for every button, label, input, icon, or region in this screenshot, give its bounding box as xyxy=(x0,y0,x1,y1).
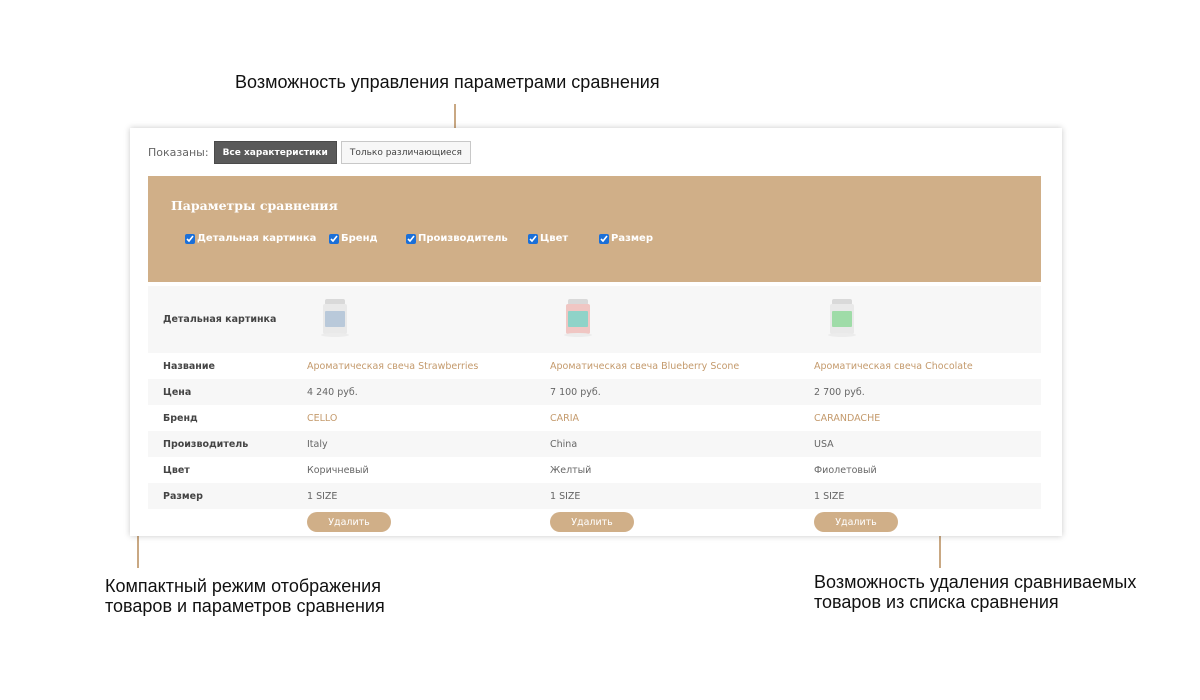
compare-card: Показаны: Все характеристики Только разл… xyxy=(130,128,1062,536)
param-option-label: Бренд xyxy=(341,233,378,244)
product-image-cell xyxy=(550,286,814,353)
table-row-size: Размер 1 SIZE 1 SIZE 1 SIZE xyxy=(148,483,1041,509)
delete-product-button[interactable]: Удалить xyxy=(550,512,634,532)
product-brand-link[interactable]: CARANDACHE xyxy=(814,413,880,424)
table-row-actions: Удалить Удалить Удалить xyxy=(148,509,1041,535)
row-label: Бренд xyxy=(163,412,198,424)
annotation-text: Возможность управления параметрами сравн… xyxy=(235,72,660,92)
param-option-label: Производитель xyxy=(418,233,508,244)
tab-all-characteristics[interactable]: Все характеристики xyxy=(213,141,337,164)
product-image-cell xyxy=(814,286,1041,353)
product-name-link[interactable]: Ароматическая свеча Strawberries xyxy=(307,361,478,372)
delete-product-button[interactable]: Удалить xyxy=(814,512,898,532)
param-checkbox-image[interactable] xyxy=(185,233,195,244)
row-label: Название xyxy=(163,360,215,372)
annotation-text: Возможность удаления сравниваемых xyxy=(814,572,1137,592)
table-row-name: Название Ароматическая свеча Strawberrie… xyxy=(148,353,1041,379)
product-price: 2 700 руб. xyxy=(814,386,865,398)
param-option-label: Размер xyxy=(611,233,654,244)
table-row-color: Цвет Коричневый Желтый Фиолетовый xyxy=(148,457,1041,483)
param-option-brand[interactable]: Бренд xyxy=(329,233,378,244)
annotation-text: товаров из списка сравнения xyxy=(814,592,1059,612)
param-checkbox-color[interactable] xyxy=(528,233,538,244)
table-row-price: Цена 4 240 руб. 7 100 руб. 2 700 руб. xyxy=(148,379,1041,405)
product-name-link[interactable]: Ароматическая свеча Blueberry Scone xyxy=(550,361,739,372)
product-color: Коричневый xyxy=(307,464,369,476)
param-checkbox-size[interactable] xyxy=(599,233,609,244)
product-brand-link[interactable]: CARIA xyxy=(550,413,579,424)
annotation-parameter-control: Возможность управления параметрами сравн… xyxy=(235,72,660,92)
filter-label: Показаны: xyxy=(148,146,209,159)
product-price: 7 100 руб. xyxy=(550,386,601,398)
param-option-label: Детальная картинка xyxy=(197,233,317,244)
param-option-color[interactable]: Цвет xyxy=(528,233,568,244)
candle-jar-teal-icon[interactable] xyxy=(564,299,592,337)
param-checkbox-brand[interactable] xyxy=(329,233,339,244)
product-color: Фиолетовый xyxy=(814,464,877,476)
row-label: Цвет xyxy=(163,464,190,476)
product-price: 4 240 руб. xyxy=(307,386,358,398)
row-label: Цена xyxy=(163,386,192,398)
product-maker: China xyxy=(550,438,578,450)
param-option-maker[interactable]: Производитель xyxy=(406,233,508,244)
params-title: Параметры сравнения xyxy=(171,198,338,213)
product-size: 1 SIZE xyxy=(307,490,338,502)
annotation-delete-items: Возможность удаления сравниваемых товаро… xyxy=(814,572,1136,612)
table-row-brand: Бренд CELLO CARIA CARANDACHE xyxy=(148,405,1041,431)
product-image-cell xyxy=(307,286,550,353)
compare-table: Детальная картинка Название Ароматическа… xyxy=(148,286,1041,535)
param-checkbox-maker[interactable] xyxy=(406,233,416,244)
annotation-text: Компактный режим отображения xyxy=(105,576,381,596)
row-label: Размер xyxy=(163,490,203,502)
annotation-text: товаров и параметров сравнения xyxy=(105,596,385,616)
product-size: 1 SIZE xyxy=(550,490,581,502)
product-size: 1 SIZE xyxy=(814,490,845,502)
tab-only-different[interactable]: Только различающиеся xyxy=(340,141,471,164)
params-panel: Параметры сравнения Детальная картинка Б… xyxy=(148,176,1041,282)
candle-jar-blue-icon[interactable] xyxy=(321,299,349,337)
row-label: Производитель xyxy=(163,438,249,450)
candle-jar-green-icon[interactable] xyxy=(828,299,856,337)
product-maker: Italy xyxy=(307,438,328,450)
param-option-size[interactable]: Размер xyxy=(599,233,653,244)
delete-product-button[interactable]: Удалить xyxy=(307,512,391,532)
filter-row: Показаны: Все характеристики Только разл… xyxy=(148,141,471,164)
product-name-link[interactable]: Ароматическая свеча Chocolate xyxy=(814,361,973,372)
param-option-label: Цвет xyxy=(540,233,569,244)
row-label: Детальная картинка xyxy=(163,314,277,325)
table-row-image: Детальная картинка xyxy=(148,286,1041,353)
annotation-compact-mode: Компактный режим отображения товаров и п… xyxy=(105,576,385,616)
table-row-maker: Производитель Italy China USA xyxy=(148,431,1041,457)
product-maker: USA xyxy=(814,438,834,450)
product-brand-link[interactable]: CELLO xyxy=(307,413,337,424)
param-option-image[interactable]: Детальная картинка xyxy=(185,233,316,244)
product-color: Желтый xyxy=(550,464,592,476)
